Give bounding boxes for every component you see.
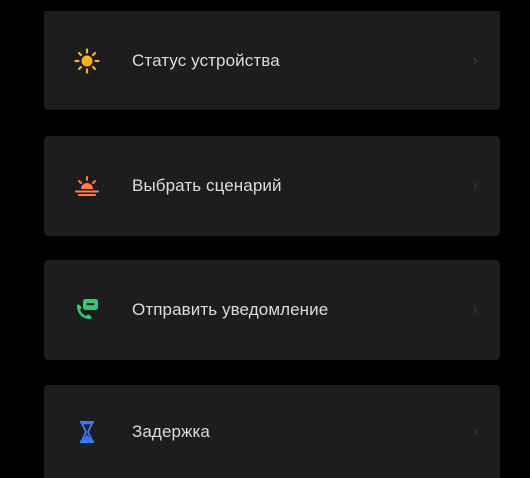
menu-item-send-notification[interactable]: Отправить уведомление › xyxy=(44,260,500,360)
chevron-right-icon: › xyxy=(472,422,478,440)
menu-item-device-status[interactable]: Статус устройства › xyxy=(44,11,500,110)
hourglass-icon xyxy=(74,419,100,445)
menu-item-label: Задержка xyxy=(132,421,210,441)
screen: Статус устройства › Выбрать сценарий › О… xyxy=(0,0,530,478)
chevron-right-icon: › xyxy=(472,301,478,318)
chevron-right-icon: › xyxy=(472,177,478,194)
menu-item-label: Статус устройства xyxy=(132,50,280,70)
sun-icon xyxy=(74,47,100,74)
menu-item-choose-scenario[interactable]: Выбрать сценарий › xyxy=(44,136,500,236)
sunset-icon xyxy=(74,173,100,199)
menu-item-delay[interactable]: Задержка › xyxy=(44,385,500,478)
menu-item-label: Выбрать сценарий xyxy=(132,176,282,195)
chevron-right-icon: › xyxy=(472,51,478,69)
menu-item-label: Отправить уведомление xyxy=(132,300,329,319)
phone-message-icon xyxy=(74,297,100,323)
